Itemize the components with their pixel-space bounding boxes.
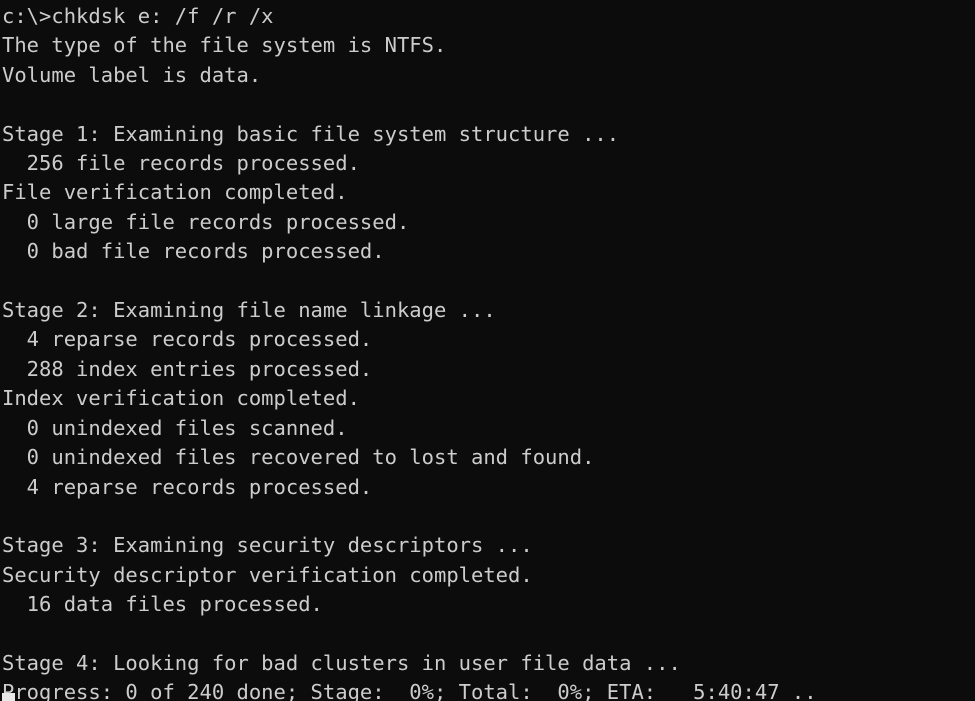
- text-cursor: [2, 693, 15, 701]
- terminal-window[interactable]: c:\>chkdsk e: /f /r /x The type of the f…: [0, 0, 975, 701]
- console-output-text: c:\>chkdsk e: /f /r /x The type of the f…: [2, 2, 975, 701]
